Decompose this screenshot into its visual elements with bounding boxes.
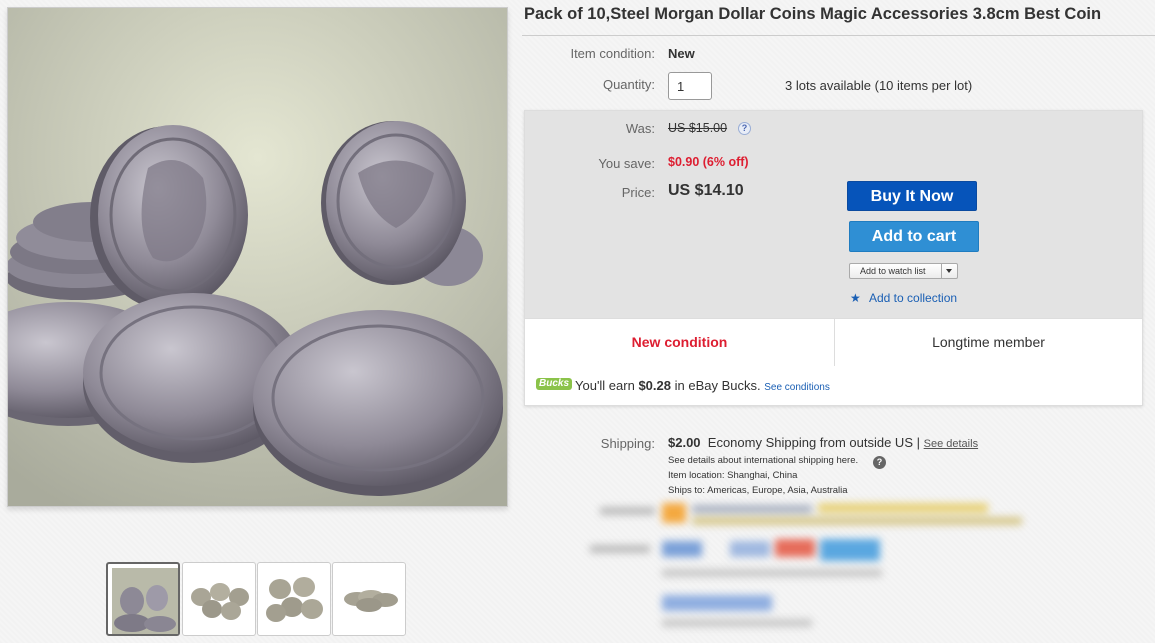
was-price: US $15.00 (668, 121, 728, 135)
intl-shipping-note[interactable]: See details about international shipping… (668, 455, 858, 466)
thumbnail-1[interactable] (106, 562, 180, 636)
add-to-cart-button[interactable]: Add to cart (849, 221, 979, 252)
was-label: Was: (625, 121, 655, 136)
listing-title: Pack of 10,Steel Morgan Dollar Coins Mag… (524, 5, 1102, 23)
save-label: You save: (598, 156, 655, 171)
chevron-down-icon (946, 269, 952, 273)
bucks-text-pre: You'll earn (575, 378, 639, 393)
bucks-amount: $0.28 (638, 378, 671, 393)
main-product-image[interactable] (7, 7, 508, 507)
star-icon: ★ (850, 291, 861, 305)
quantity-input[interactable] (668, 72, 712, 100)
watch-list-label: Add to watch list (860, 266, 926, 276)
price-label: Price: (621, 185, 655, 200)
availability-text: 3 lots available (10 items per lot) (785, 78, 973, 93)
title-divider (522, 35, 1155, 36)
thumbnail-2[interactable] (182, 562, 256, 636)
new-condition-badge: New condition (525, 319, 835, 366)
shipping-cost: $2.00 (668, 435, 701, 450)
quantity-label: Quantity: (602, 77, 655, 92)
condition-label: Item condition: (570, 46, 655, 61)
bucks-text-post: in eBay Bucks. (671, 378, 761, 393)
add-to-watch-list-button[interactable]: Add to watch list (849, 263, 958, 279)
shipping-label: Shipping: (600, 436, 655, 451)
item-location: Item location: Shanghai, China (668, 470, 798, 481)
ebay-bucks-row: Bucks You'll earn $0.28 in eBay Bucks. S… (525, 366, 1142, 405)
see-conditions-link[interactable]: See conditions (764, 382, 830, 393)
help-icon[interactable]: ? (738, 122, 751, 135)
shipping-line: $2.00 Economy Shipping from outside US |… (668, 435, 978, 450)
shipping-separator: | (916, 435, 921, 450)
bucks-text: You'll earn $0.28 in eBay Bucks. See con… (575, 378, 830, 393)
buy-it-now-button[interactable]: Buy It Now (847, 181, 977, 211)
thumbnail-4[interactable] (332, 562, 406, 636)
badge-row: New condition Longtime member (525, 318, 1142, 367)
add-to-collection-link[interactable]: Add to collection (869, 291, 957, 305)
thumbnail-3[interactable] (257, 562, 331, 636)
save-value: $0.90 (6% off) (668, 155, 749, 169)
price-value: US $14.10 (668, 182, 744, 199)
help-icon[interactable]: ? (873, 456, 886, 469)
shipping-method: Economy Shipping from outside US (707, 435, 913, 450)
blurred-region (590, 495, 1050, 643)
see-details-link[interactable]: See details (924, 438, 978, 450)
condition-value: New (668, 46, 695, 61)
bucks-logo: Bucks (536, 378, 573, 390)
longtime-member-badge: Longtime member (932, 334, 1045, 350)
watch-list-dropdown[interactable] (941, 264, 957, 278)
